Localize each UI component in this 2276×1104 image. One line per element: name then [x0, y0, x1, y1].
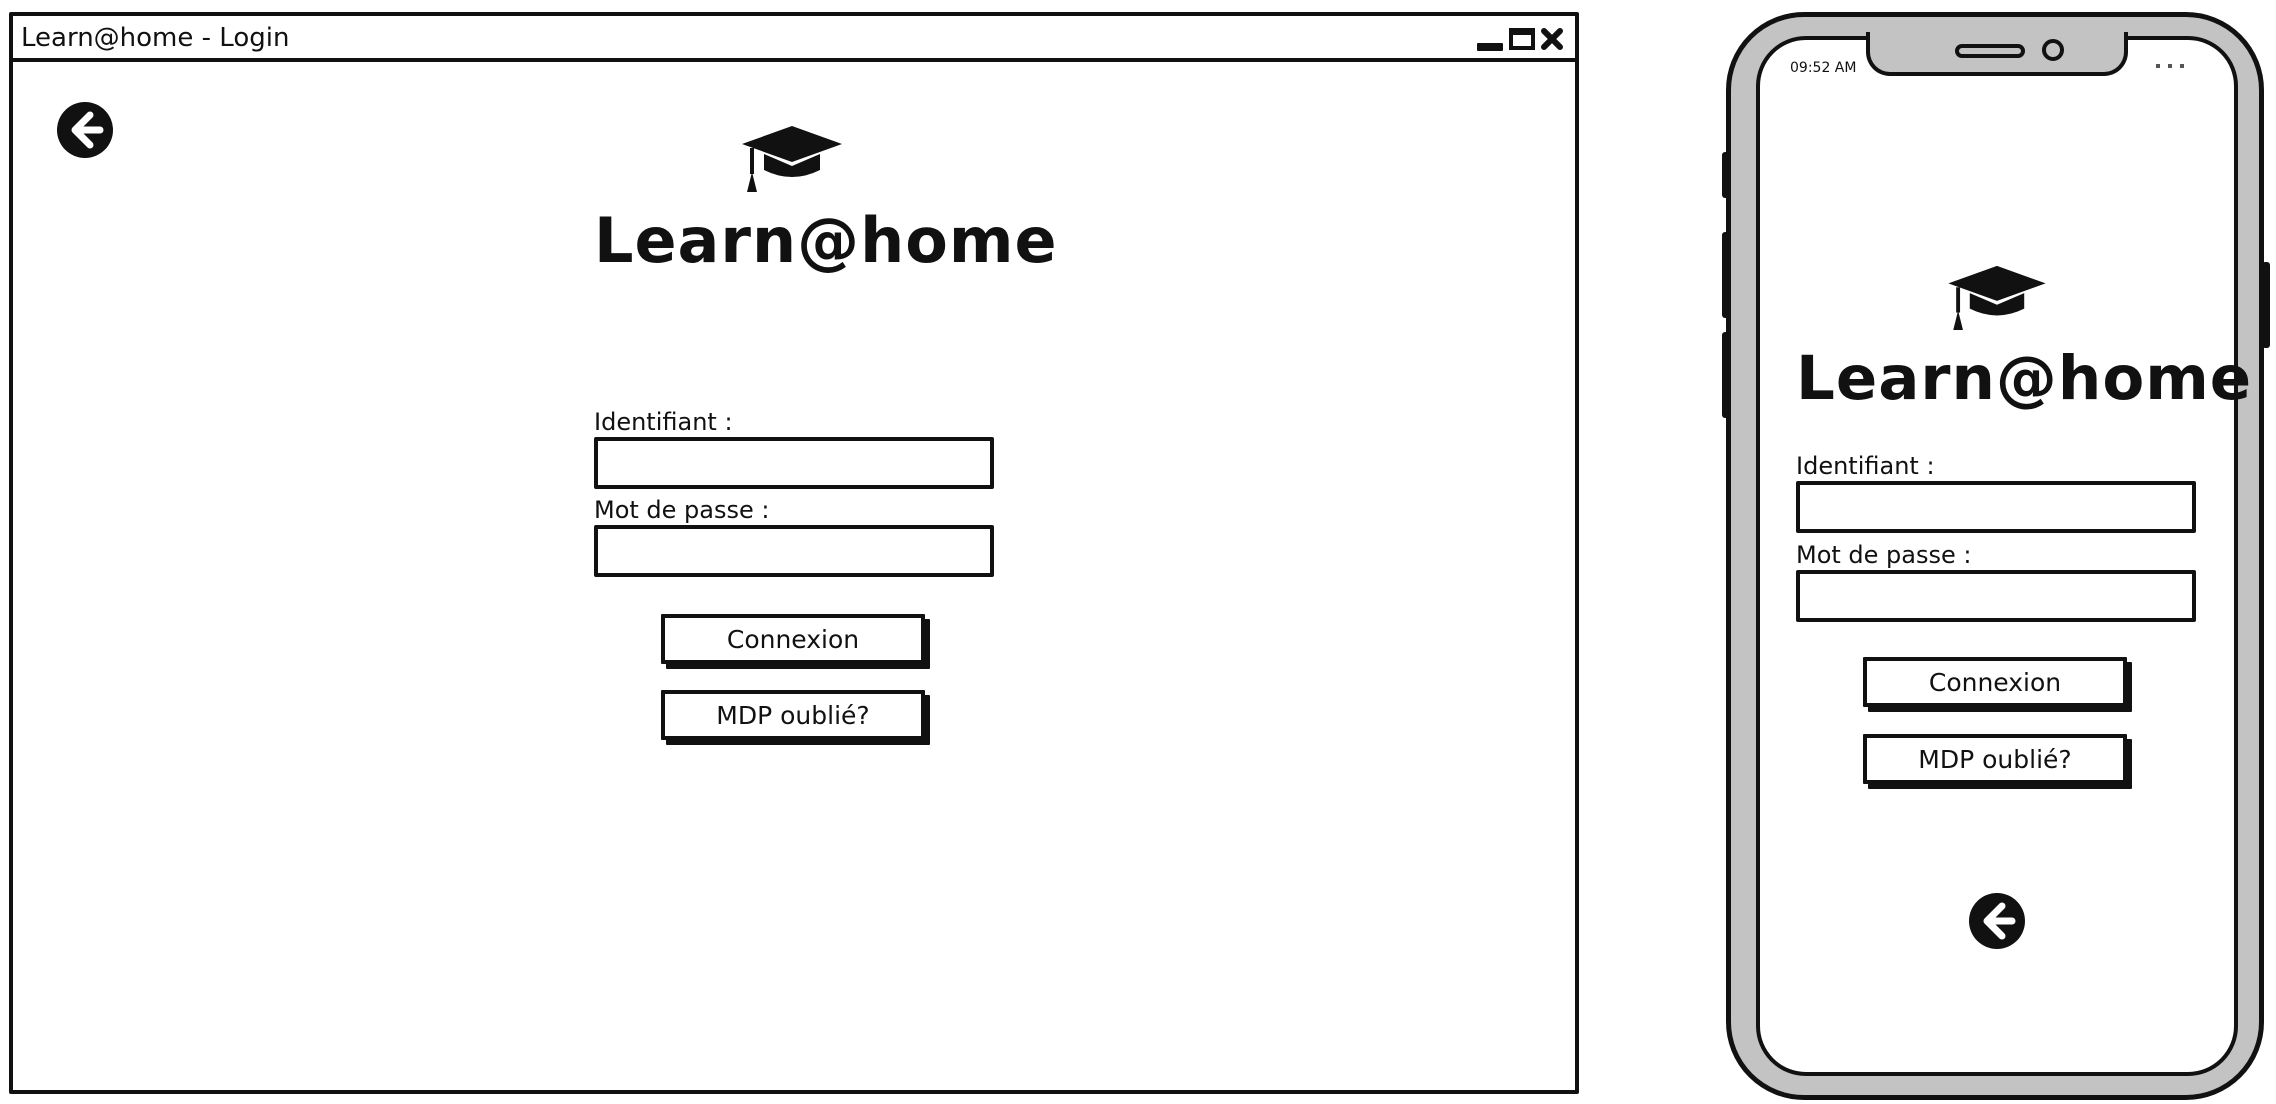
window-controls — [1477, 24, 1563, 54]
mobile-forgot-password-button[interactable]: MDP oublié? — [1863, 734, 2127, 784]
window-title: Learn@home - Login — [21, 23, 290, 53]
maximize-icon[interactable] — [1509, 28, 1535, 50]
phone-camera — [2042, 39, 2064, 61]
mobile-username-label: Identifiant : — [1796, 452, 1935, 480]
mobile-login-button[interactable]: Connexion — [1863, 657, 2127, 707]
forgot-password-button[interactable]: MDP oublié? — [661, 690, 925, 740]
mockup-canvas: Learn@home - Login Learn@home Identifian… — [0, 0, 2276, 1104]
status-bar-time: 09:52 AM — [1790, 60, 1857, 76]
battery-icon — [2180, 64, 2184, 68]
phone-speaker — [1955, 44, 2025, 58]
app-logo-text: Learn@home — [594, 204, 1058, 277]
graduation-cap-icon — [740, 122, 844, 194]
login-button[interactable]: Connexion — [661, 614, 925, 664]
mobile-password-input[interactable] — [1796, 570, 2196, 622]
mobile-password-label: Mot de passe : — [1796, 541, 1972, 569]
mobile-username-input[interactable] — [1796, 481, 2196, 533]
back-button[interactable] — [56, 101, 114, 159]
username-input[interactable] — [594, 437, 994, 489]
graduation-cap-icon — [1946, 262, 2048, 332]
mobile-back-button[interactable] — [1968, 892, 2026, 950]
minimize-icon[interactable] — [1477, 43, 1503, 51]
arrow-left-circle-icon — [57, 102, 113, 158]
window-titlebar: Learn@home - Login — [13, 16, 1575, 62]
arrow-left-circle-icon — [1969, 893, 2025, 949]
wifi-icon — [2168, 64, 2172, 68]
status-bar-icons — [2156, 64, 2184, 68]
username-label: Identifiant : — [594, 408, 733, 436]
signal-icon — [2156, 64, 2160, 68]
password-label: Mot de passe : — [594, 496, 770, 524]
password-input[interactable] — [594, 525, 994, 577]
mobile-app-logo-text: Learn@home — [1796, 343, 2253, 414]
close-icon[interactable] — [1541, 28, 1563, 50]
